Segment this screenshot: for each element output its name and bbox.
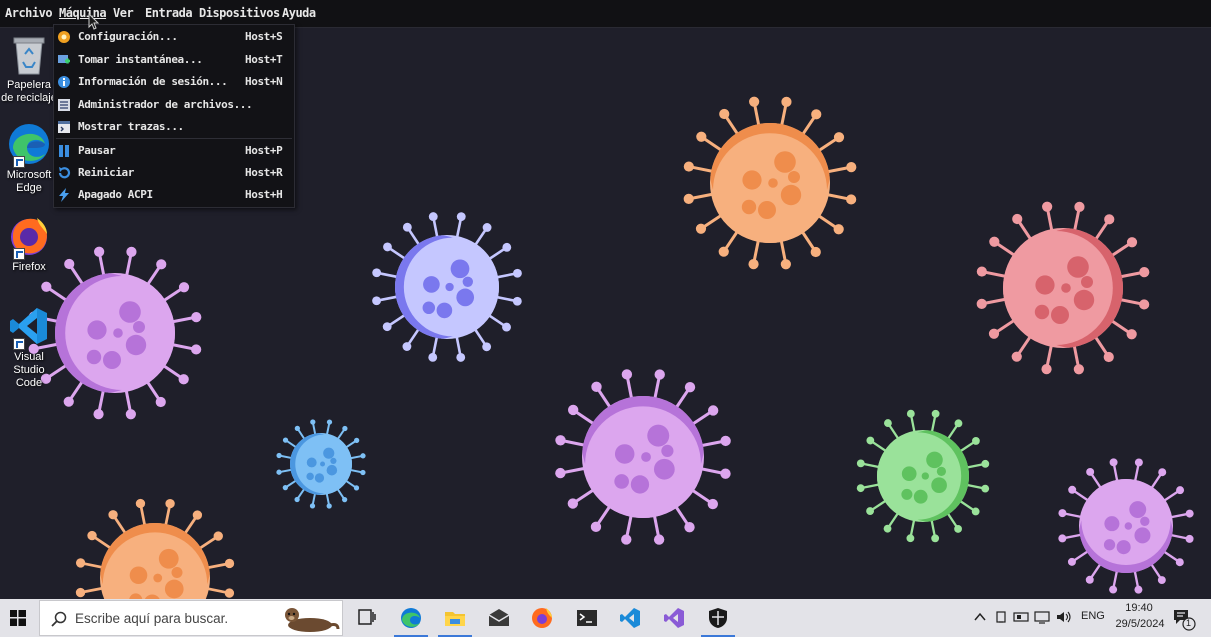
clock-date: 29/5/2024 xyxy=(1115,618,1165,630)
search-icon xyxy=(51,611,67,627)
taskbar: Escribe aquí para buscar. ENG 19:40 29/5… xyxy=(0,599,1211,637)
desktop-icon-recycle-bin[interactable]: Papelera de reciclaje xyxy=(0,32,58,105)
settings-gear-icon xyxy=(58,31,70,43)
visual-studio-icon xyxy=(664,608,684,628)
menu-ayuda[interactable]: Ayuda xyxy=(282,6,316,20)
terminal-icon xyxy=(577,610,597,626)
power-bolt-icon xyxy=(59,188,69,202)
pause-icon xyxy=(59,145,69,157)
menu-item-label: Mostrar trazas... xyxy=(78,120,184,133)
menu-item-shortcut: Host+P xyxy=(245,144,283,157)
menu-item-label: Reiniciar xyxy=(78,166,135,179)
chevron-up-icon[interactable] xyxy=(974,612,986,622)
restart-icon xyxy=(58,167,71,179)
notification-icon xyxy=(1174,610,1196,631)
taskbar-security[interactable] xyxy=(697,599,739,637)
file-explorer-icon xyxy=(445,612,465,626)
notification-center-button[interactable]: 1 xyxy=(1172,607,1196,631)
desktop-icon-label: Papelera de reciclaje xyxy=(1,79,57,104)
menu-item-shortcut: Host+T xyxy=(245,53,283,66)
desktop-icon-label: Visual Studio Code xyxy=(13,351,45,389)
menu-item-label: Tomar instantánea... xyxy=(78,53,203,66)
windows-logo-icon xyxy=(10,610,26,626)
snapshot-icon xyxy=(58,55,70,64)
taskbar-visual-studio[interactable] xyxy=(653,599,695,637)
taskbar-search-box[interactable]: Escribe aquí para buscar. xyxy=(39,600,343,636)
menu-archivo[interactable]: Archivo xyxy=(5,6,53,20)
menu-item-informacion-sesion[interactable]: Información de sesión... Host+N xyxy=(54,71,294,93)
taskbar-firefox[interactable] xyxy=(521,599,563,637)
mail-icon xyxy=(488,609,510,626)
display-icon[interactable] xyxy=(1034,610,1050,624)
desktop-icon-vscode[interactable]: Visual Studio Code xyxy=(0,304,58,390)
firefox-icon xyxy=(532,608,552,628)
start-button[interactable] xyxy=(0,599,38,637)
menu-entrada[interactable]: Entrada xyxy=(145,6,193,20)
volume-icon[interactable] xyxy=(1056,610,1072,624)
taskbar-mail[interactable] xyxy=(478,599,520,637)
taskbar-task-view[interactable] xyxy=(345,599,387,637)
otter-illustration-icon xyxy=(285,608,340,632)
system-tray xyxy=(968,599,1078,637)
taskbar-edge[interactable] xyxy=(390,599,432,637)
menu-item-apagado-acpi[interactable]: Apagado ACPI Host+H xyxy=(54,184,294,206)
menu-item-shortcut: Host+S xyxy=(245,30,283,43)
firefox-icon xyxy=(7,214,51,260)
menu-item-label: Configuración... xyxy=(78,30,178,43)
log-viewer-icon xyxy=(58,121,70,133)
menu-item-reiniciar[interactable]: Reiniciar Host+R xyxy=(54,162,294,184)
menu-item-label: Pausar xyxy=(78,144,116,157)
menu-item-label: Información de sesión... xyxy=(78,75,228,88)
desktop-icon-label: Firefox xyxy=(12,261,46,273)
menu-separator xyxy=(56,138,292,139)
recycle-bin-icon xyxy=(7,32,51,76)
network-icon[interactable] xyxy=(1013,610,1029,624)
menu-item-administrador-archivos[interactable]: Administrador de archivos... xyxy=(54,94,294,116)
menu-item-tomar-instantanea[interactable]: Tomar instantánea... Host+T xyxy=(54,49,294,71)
taskbar-file-explorer[interactable] xyxy=(434,599,476,637)
security-shield-icon xyxy=(709,608,727,628)
menu-ver[interactable]: Ver xyxy=(113,6,134,20)
menu-item-shortcut: Host+R xyxy=(245,166,283,179)
desktop-icon-firefox[interactable]: Firefox xyxy=(0,214,58,274)
machine-dropdown-menu: Configuración... Host+S Tomar instantáne… xyxy=(53,24,295,208)
language-indicator[interactable]: ENG xyxy=(1081,610,1105,622)
desktop-icon-edge[interactable]: Microsoft Edge xyxy=(0,122,58,195)
menu-item-shortcut: Host+N xyxy=(245,75,283,88)
task-view-icon xyxy=(358,609,376,625)
notification-count: 1 xyxy=(1186,618,1192,628)
menu-item-label: Apagado ACPI xyxy=(78,188,153,201)
taskbar-terminal[interactable] xyxy=(566,599,608,637)
taskbar-vscode[interactable] xyxy=(609,599,651,637)
file-manager-icon xyxy=(58,99,70,111)
vscode-icon xyxy=(7,304,51,350)
desktop-icon-label: Microsoft Edge xyxy=(6,169,52,194)
menu-item-shortcut: Host+H xyxy=(245,188,283,201)
menu-item-pausar[interactable]: Pausar Host+P xyxy=(54,140,294,162)
menu-item-mostrar-trazas[interactable]: Mostrar trazas... xyxy=(54,116,294,138)
edge-icon xyxy=(401,608,421,628)
shortcut-arrow-icon xyxy=(13,248,25,260)
cloud-sync-icon[interactable] xyxy=(994,610,1008,624)
info-icon xyxy=(58,76,70,88)
vscode-icon xyxy=(620,608,640,628)
shortcut-arrow-icon xyxy=(13,156,25,168)
mouse-cursor-icon xyxy=(88,13,100,30)
edge-icon xyxy=(7,122,51,168)
search-placeholder: Escribe aquí para buscar. xyxy=(75,611,229,626)
menu-item-label: Administrador de archivos... xyxy=(78,98,253,111)
clock-time: 19:40 xyxy=(1125,602,1153,614)
shortcut-arrow-icon xyxy=(13,338,25,350)
menu-dispositivos[interactable]: Dispositivos xyxy=(199,6,280,20)
